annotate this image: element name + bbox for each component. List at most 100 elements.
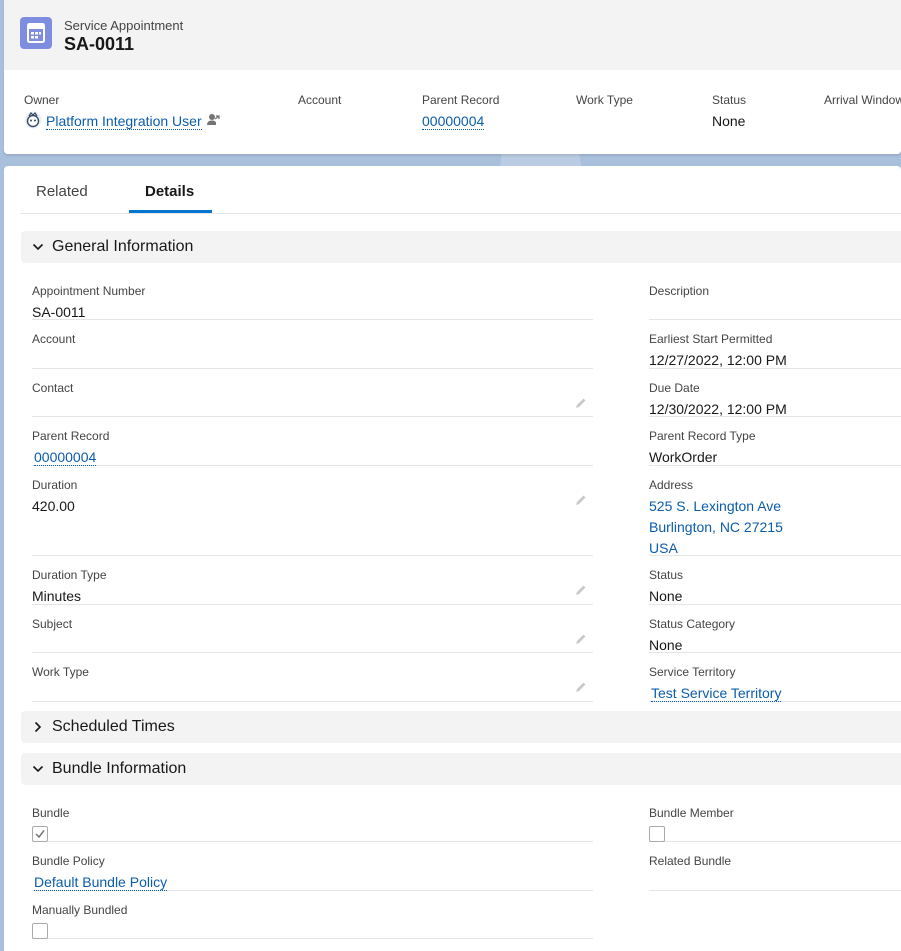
highlight-parent-record-value: 00000004 — [422, 113, 499, 130]
field-duration-type: Duration Type Minutes — [32, 562, 593, 605]
field-label: Bundle Policy — [32, 854, 105, 868]
field-label: Status Category — [649, 617, 736, 631]
field-work-type: Work Type — [32, 659, 593, 702]
field-label: Service Territory — [649, 665, 736, 679]
field-status-category: Status Category None — [649, 611, 901, 653]
manually-bundled-checkbox — [32, 923, 48, 939]
parent-record-link[interactable]: 00000004 — [422, 113, 485, 130]
field-duration: Duration 420.00 — [32, 472, 593, 556]
chevron-down-icon — [32, 765, 44, 773]
bundle-checkbox — [32, 826, 48, 842]
address-link[interactable]: 525 S. Lexington Ave Burlington, NC 2721… — [649, 496, 783, 559]
section-general-information[interactable]: General Information — [21, 231, 901, 263]
highlight-work-type: Work Type — [576, 93, 633, 113]
field-manually-bundled: Manually Bundled — [32, 897, 593, 939]
field-label: Manually Bundled — [32, 903, 128, 917]
field-label: Contact — [32, 381, 74, 395]
record-header-top: Service Appointment SA-0011 — [4, 0, 901, 70]
edit-pencil-icon[interactable] — [575, 584, 587, 596]
field-label: Work Type — [32, 665, 89, 679]
address-line-2[interactable]: Burlington, NC 27215 — [649, 517, 783, 538]
edit-pencil-icon[interactable] — [575, 681, 587, 693]
field-label: Duration — [32, 478, 78, 492]
field-description: Description — [649, 278, 901, 320]
highlight-status-label: Status — [712, 93, 747, 107]
section-title: Bundle Information — [52, 760, 187, 777]
field-address: Address 525 S. Lexington Ave Burlington,… — [649, 472, 901, 556]
highlights-panel: Owner Platform Integration User Account — [4, 70, 901, 154]
field-value: 420.00 — [32, 498, 75, 514]
record-detail-card: Related Details General Information Appo… — [4, 166, 901, 951]
field-value: None — [649, 588, 683, 604]
object-label: Service Appointment — [64, 18, 184, 33]
address-line-1[interactable]: 525 S. Lexington Ave — [649, 496, 783, 517]
field-value: WorkOrder — [649, 449, 718, 465]
field-contact: Contact — [32, 375, 593, 417]
field-label: Address — [649, 478, 694, 492]
highlight-arrival-window: Arrival Window — [824, 93, 901, 113]
section-scheduled-times[interactable]: Scheduled Times — [21, 711, 901, 743]
field-subject: Subject — [32, 611, 593, 653]
record-header: Service Appointment SA-0011 Owner Platfo… — [4, 0, 901, 154]
field-value: Minutes — [32, 588, 82, 604]
chevron-right-icon — [34, 721, 42, 733]
field-label: Appointment Number — [32, 284, 146, 298]
edit-pencil-icon[interactable] — [575, 633, 587, 645]
field-label: Description — [649, 284, 710, 298]
change-owner-icon[interactable] — [206, 113, 220, 127]
field-value: SA-0011 — [32, 304, 86, 320]
edit-pencil-icon[interactable] — [575, 494, 587, 506]
owner-link[interactable]: Platform Integration User — [46, 113, 202, 130]
highlight-owner-label: Owner — [24, 93, 60, 107]
bundle-policy-link[interactable]: Default Bundle Policy — [34, 874, 168, 891]
highlight-parent-record-label: Parent Record — [422, 93, 500, 107]
field-value: Default Bundle Policy — [32, 874, 168, 891]
highlight-account: Account — [298, 93, 341, 113]
address-line-3[interactable]: USA — [649, 538, 783, 559]
field-parent-record: Parent Record 00000004 — [32, 423, 593, 466]
edit-pencil-icon[interactable] — [575, 397, 587, 409]
field-appointment-number: Appointment Number SA-0011 — [32, 278, 593, 320]
highlight-arrival-window-label: Arrival Window — [824, 93, 901, 107]
checkmark-icon — [35, 830, 45, 839]
field-parent-record-type: Parent Record Type WorkOrder — [649, 423, 901, 466]
user-avatar-icon — [24, 111, 42, 129]
field-label: Status — [649, 568, 684, 582]
field-label: Duration Type — [32, 568, 107, 582]
tab-details[interactable]: Details — [145, 183, 194, 200]
field-label: Bundle — [32, 806, 70, 820]
chevron-down-icon — [32, 243, 44, 251]
field-service-territory: Service Territory Test Service Territory — [649, 659, 901, 702]
field-bundle-policy: Bundle Policy Default Bundle Policy — [32, 848, 593, 891]
field-bundle-member: Bundle Member — [649, 800, 901, 842]
parent-record-link[interactable]: 00000004 — [34, 449, 97, 466]
field-value: 12/30/2022, 12:00 PM — [649, 401, 787, 417]
section-title: Scheduled Times — [52, 718, 175, 735]
bundle-member-checkbox — [649, 826, 665, 842]
tab-bar: Related Details — [20, 166, 901, 214]
tab-related[interactable]: Related — [36, 183, 88, 200]
field-value: None — [649, 637, 683, 653]
highlight-work-type-label: Work Type — [576, 93, 633, 107]
field-label: Bundle Member — [649, 806, 734, 820]
field-account: Account — [32, 326, 593, 369]
section-bundle-information[interactable]: Bundle Information — [21, 753, 901, 785]
field-related-bundle: Related Bundle — [649, 848, 901, 891]
field-label: Subject — [32, 617, 73, 631]
field-label: Parent Record Type — [649, 429, 756, 443]
field-label: Earliest Start Permitted — [649, 332, 773, 346]
tab-active-indicator — [129, 210, 212, 213]
field-label: Parent Record — [32, 429, 110, 443]
field-status: Status None — [649, 562, 901, 605]
highlight-status-value: None — [712, 113, 746, 129]
section-title: General Information — [52, 238, 194, 255]
field-value: 12/27/2022, 12:00 PM — [649, 352, 787, 368]
field-value: Test Service Territory — [649, 685, 782, 702]
field-label: Account — [32, 332, 76, 346]
field-label: Related Bundle — [649, 854, 732, 868]
highlight-account-label: Account — [298, 93, 342, 107]
highlight-parent-record: Parent Record 00000004 — [422, 93, 500, 130]
highlight-owner-value: Platform Integration User — [24, 111, 220, 130]
service-appointment-icon — [20, 17, 52, 49]
service-territory-link[interactable]: Test Service Territory — [651, 685, 782, 702]
